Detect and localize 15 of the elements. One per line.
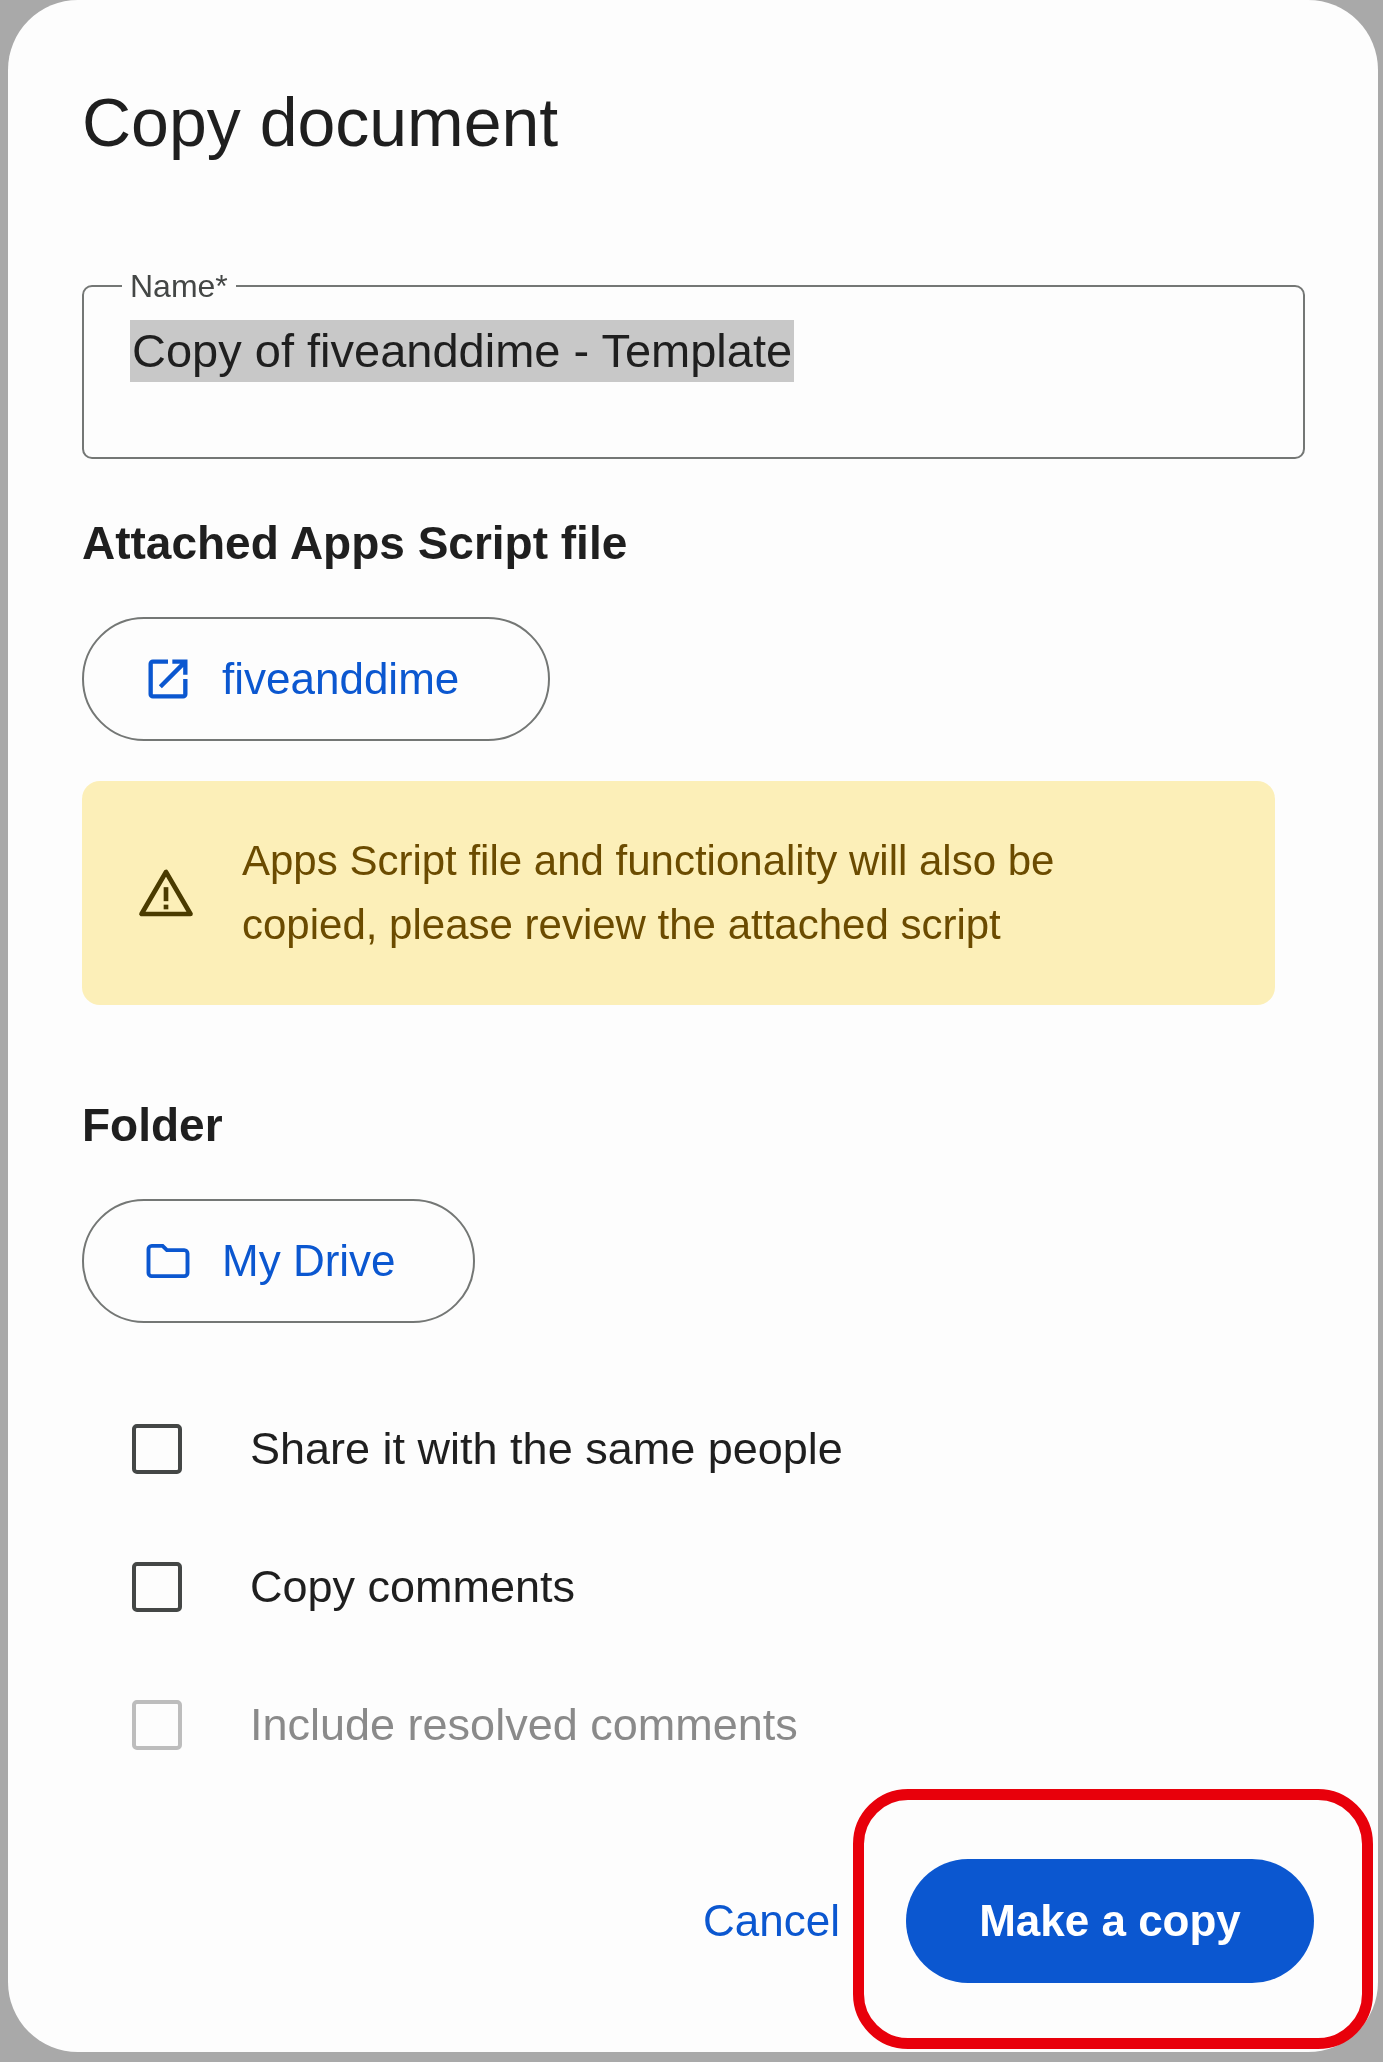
checkbox-label: Include resolved comments: [250, 1699, 798, 1751]
dialog-title: Copy document: [82, 83, 560, 162]
checkbox[interactable]: [132, 1562, 182, 1612]
warning-text: Apps Script file and functionality will also be copied, please review the attached script: [242, 836, 1056, 950]
field-label: Name*: [129, 267, 229, 306]
script-file-button[interactable]: fiveanddime: [82, 617, 550, 741]
checkbox[interactable]: [132, 1424, 182, 1474]
field-value: Copy of fiveanddime - Template: [130, 320, 795, 382]
checkbox-label: Share it with the same people: [250, 1423, 843, 1475]
make-copy-button[interactable]: Make a copy: [906, 1859, 1314, 1983]
section-heading: Folder: [82, 1098, 224, 1153]
cancel-button[interactable]: Cancel: [703, 1886, 840, 1956]
folder-button[interactable]: My Drive: [82, 1199, 475, 1323]
section-heading: Attached Apps Script file: [82, 516, 629, 571]
checkbox-label: Copy comments: [250, 1561, 576, 1613]
